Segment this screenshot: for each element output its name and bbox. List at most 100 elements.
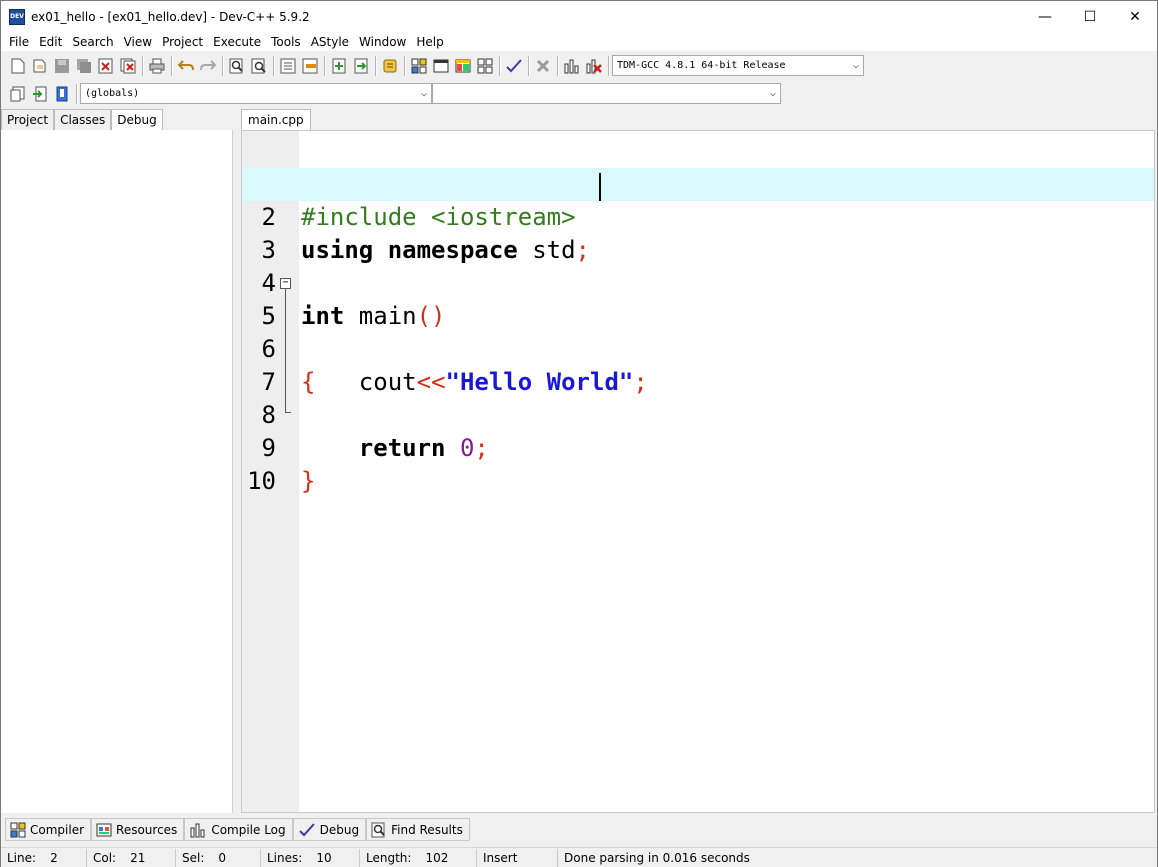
bookmark-button[interactable]: [51, 83, 73, 105]
status-length-value: 102: [425, 850, 449, 865]
redo-button[interactable]: [197, 55, 219, 77]
tab-find-results[interactable]: Find Results: [366, 818, 470, 841]
status-col: Col: 21: [87, 848, 176, 867]
tab-debug[interactable]: Debug: [111, 109, 163, 130]
main-toolbar: TDM-GCC 4.8.1 64-bit Release ⌵: [7, 52, 864, 79]
code-line: 3: [242, 201, 1154, 264]
compile-run-icon: [455, 59, 471, 72]
close-all-button[interactable]: [117, 55, 139, 77]
undo-button[interactable]: [175, 55, 197, 77]
save-icon: [55, 58, 69, 73]
run-icon: [433, 59, 449, 72]
find-button[interactable]: [226, 55, 248, 77]
menu-project[interactable]: Project: [158, 35, 207, 49]
rebuild-all-button[interactable]: [474, 55, 496, 77]
status-insert-mode: Insert: [477, 848, 558, 867]
toolbar-separator: [404, 55, 405, 76]
remove-from-project-button[interactable]: [350, 55, 372, 77]
tab-debug-output[interactable]: Debug: [292, 818, 367, 841]
delete-profile-icon: [586, 59, 602, 73]
fold-guide-line: [285, 288, 286, 412]
toolbar-separator: [76, 83, 77, 104]
open-button[interactable]: [29, 55, 51, 77]
undo-icon: [177, 59, 194, 70]
stop-button[interactable]: [532, 55, 554, 77]
compiler-select-value: TDM-GCC 4.8.1 64-bit Release: [617, 60, 786, 71]
scope-select[interactable]: (globals) ⌵: [80, 83, 432, 104]
run-button[interactable]: [430, 55, 452, 77]
tab-classes[interactable]: Classes: [54, 109, 112, 130]
tab-label: Compile Log: [211, 822, 286, 837]
close-button[interactable]: ✕: [1112, 1, 1158, 32]
menu-astyle[interactable]: AStyle: [307, 35, 353, 49]
add-to-project-button[interactable]: [328, 55, 350, 77]
status-col-label: Col:: [93, 850, 117, 865]
compile-icon: [411, 58, 427, 73]
window-title: ex01_hello - [ex01_hello.dev] - Dev-C++ …: [31, 9, 310, 24]
menu-tools[interactable]: Tools: [267, 35, 305, 49]
redo-icon: [200, 59, 217, 70]
toolbar-separator: [557, 55, 558, 76]
insert-icon: [10, 86, 25, 101]
rebuild-icon: [477, 58, 493, 73]
toolbar-separator: [273, 55, 274, 76]
delete-profile-button[interactable]: [583, 55, 605, 77]
save-all-button[interactable]: [73, 55, 95, 77]
code-editor[interactable]: 1 #include <iostream> 2 using namespace …: [241, 130, 1155, 813]
toolbar-separator: [171, 55, 172, 76]
profile-button[interactable]: [561, 55, 583, 77]
replace-button[interactable]: [248, 55, 270, 77]
status-sel: Sel: 0: [176, 848, 261, 867]
member-select[interactable]: ⌵: [432, 83, 781, 104]
goto-button[interactable]: [29, 83, 51, 105]
indent-button[interactable]: [277, 55, 299, 77]
menu-view[interactable]: View: [120, 35, 156, 49]
compile-button[interactable]: [408, 55, 430, 77]
insert-button[interactable]: [7, 83, 29, 105]
tab-label: Resources: [116, 822, 178, 837]
save-button[interactable]: [51, 55, 73, 77]
minimize-button[interactable]: —: [1022, 1, 1068, 32]
fold-guide-end: [285, 412, 291, 413]
close-file-icon: [98, 58, 113, 73]
resources-icon: [96, 823, 112, 836]
left-panel-content[interactable]: [1, 130, 233, 813]
class-toolbar: (globals) ⌵ ⌵: [7, 80, 781, 107]
stop-x-icon: [536, 59, 550, 72]
tab-compiler[interactable]: Compiler: [5, 818, 92, 841]
tab-resources[interactable]: Resources: [91, 818, 185, 841]
bookmark-icon: [56, 86, 68, 101]
remove-from-project-icon: [354, 58, 368, 73]
code-line: 7: [242, 333, 1154, 396]
save-all-icon: [77, 58, 91, 73]
print-button[interactable]: [146, 55, 168, 77]
close-file-button[interactable]: [95, 55, 117, 77]
menu-file[interactable]: File: [5, 35, 33, 49]
maximize-button[interactable]: ☐: [1067, 1, 1113, 32]
status-lines-value: 10: [316, 850, 332, 865]
code-line: 10: [242, 432, 1154, 495]
compiler-select[interactable]: TDM-GCC 4.8.1 64-bit Release ⌵: [612, 55, 864, 76]
open-icon: [33, 59, 46, 72]
menu-execute[interactable]: Execute: [209, 35, 265, 49]
unindent-button[interactable]: [299, 55, 321, 77]
tab-compile-log[interactable]: Compile Log: [184, 818, 293, 841]
menu-search[interactable]: Search: [68, 35, 117, 49]
toolbar-separator: [608, 55, 609, 76]
tab-label: Find Results: [391, 822, 463, 837]
app-icon: DEV: [9, 8, 25, 25]
editor-tab-main-cpp[interactable]: main.cpp: [241, 109, 311, 130]
menu-edit[interactable]: Edit: [35, 35, 66, 49]
project-options-button[interactable]: [379, 55, 401, 77]
menu-help[interactable]: Help: [412, 35, 447, 49]
toolbar-separator: [142, 55, 143, 76]
new-file-button[interactable]: [7, 55, 29, 77]
tab-project[interactable]: Project: [1, 109, 55, 130]
find-icon: [229, 58, 243, 73]
status-bar: Line: 2 Col: 21 Sel: 0 Lines: 10 Length:…: [1, 847, 1157, 867]
menu-window[interactable]: Window: [355, 35, 410, 49]
check-icon: [298, 822, 315, 836]
syntax-check-button[interactable]: [503, 55, 525, 77]
status-sel-label: Sel:: [182, 850, 205, 865]
compile-run-button[interactable]: [452, 55, 474, 77]
